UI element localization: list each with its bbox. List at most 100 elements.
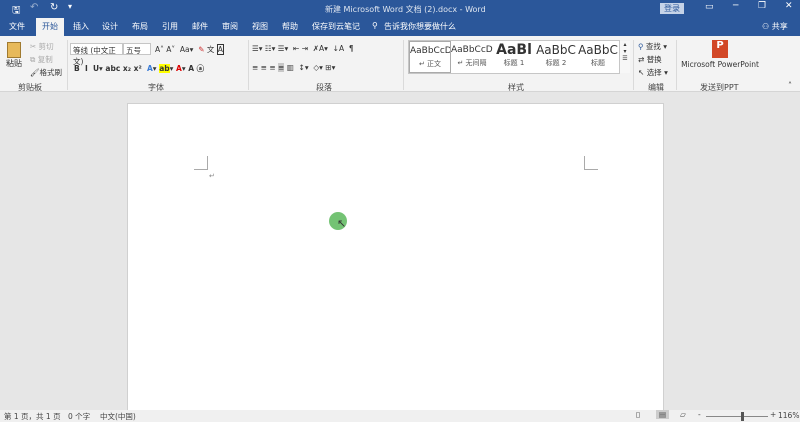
style-title[interactable]: AaBbC 标题	[577, 41, 619, 73]
mouse-cursor-icon: ↖	[337, 217, 347, 230]
tab-help[interactable]: 帮助	[282, 21, 298, 32]
paragraph-mark: ↵	[209, 172, 215, 180]
cursor-icon: ↖	[638, 68, 645, 77]
title-bar: 🖫 ↶ ↻ ▾ 新建 Microsoft Word 文档 (2).docx - …	[0, 0, 800, 18]
grow-shrink-font-icons[interactable]: A˄ A˅ Aa▾ ✎ 文 A	[155, 44, 224, 55]
styles-group-label: 样式	[508, 83, 524, 92]
redo-icon[interactable]: ↻	[50, 2, 58, 13]
divider	[248, 40, 249, 90]
tab-view[interactable]: 视图	[252, 21, 268, 32]
styles-gallery: AaBbCcDc ↵ 正文 AaBbCcDc ↵ 无间隔 AaBl标题 1 AaBb…	[408, 40, 630, 74]
style-name: ↵ 无间隔	[457, 59, 487, 67]
paste-label: 粘贴	[6, 59, 22, 68]
style-name: 标题 2	[545, 59, 567, 67]
word-count[interactable]: 0 个字	[68, 411, 90, 422]
close-icon[interactable]: ✕	[785, 1, 793, 11]
style-name: ↵ 正文	[418, 60, 442, 68]
tab-insert[interactable]: 插入	[73, 21, 89, 32]
undo-icon[interactable]: ↶	[30, 2, 38, 13]
ribbon: 粘贴 ✂ 剪切 ⧉ 复制 🖌格式刷 剪贴板 等线 (中文正文) 五号 A˄ A˅…	[0, 36, 800, 92]
find-label: 查找	[645, 42, 661, 51]
clipboard-icon	[7, 42, 21, 58]
style-preview: AaBl	[496, 42, 532, 58]
divider	[633, 40, 634, 90]
search-icon: ⚲	[638, 42, 644, 51]
replace-label: 替换	[646, 55, 662, 64]
minimize-icon[interactable]: ─	[733, 1, 738, 11]
tab-mailings[interactable]: 邮件	[192, 21, 208, 32]
copy-label: 复制	[37, 55, 53, 64]
login-button[interactable]: 登录	[660, 3, 684, 14]
clipboard-group-label: 剪贴板	[18, 83, 42, 92]
zoom-slider-thumb[interactable]	[740, 412, 744, 421]
zoom-slider[interactable]	[706, 412, 768, 421]
font-group-label: 字体	[148, 83, 164, 92]
tab-file[interactable]: 文件	[9, 21, 25, 32]
cut-button[interactable]: ✂ 剪切	[30, 41, 54, 52]
tab-layout[interactable]: 布局	[132, 21, 148, 32]
tell-me-input[interactable]: 告诉我你想要做什么	[384, 21, 456, 32]
margin-corner	[194, 156, 208, 170]
font-name-select[interactable]: 等线 (中文正文)	[70, 43, 123, 66]
style-heading-1[interactable]: AaBl 标题 1	[493, 41, 535, 73]
cut-label: 剪切	[38, 42, 54, 51]
restore-icon[interactable]: ❐	[758, 1, 766, 11]
style-preview: AaBbC	[536, 43, 576, 57]
alignment-buttons[interactable]: ≡ ≡ ≡ ≡ ▥ ↕▾ ◇▾ ⊞▾	[252, 63, 335, 72]
ribbon-display-icon[interactable]: ▭	[705, 2, 714, 12]
tab-design[interactable]: 设计	[102, 21, 118, 32]
zoom-out-button[interactable]: -	[698, 410, 701, 419]
paragraph-group-label: 段落	[316, 83, 332, 92]
margin-corner	[584, 156, 598, 170]
ppt-label: Microsoft PowerPoint	[681, 60, 759, 69]
tab-references[interactable]: 引用	[162, 21, 178, 32]
page-count[interactable]: 第 1 页，共 1 页	[4, 411, 61, 422]
divider	[676, 40, 677, 90]
document-page[interactable]: ↵ ↖	[127, 103, 664, 413]
ribbon-tabs: 文件 开始 插入 设计 布局 引用 邮件 审阅 视图 帮助 保存到云笔记 ⚲ 告…	[0, 18, 800, 36]
status-bar: 第 1 页，共 1 页 0 个字 中文(中国) ▯ ▤ ▱ - + 116%	[0, 410, 800, 422]
paste-button[interactable]: 粘贴	[6, 42, 22, 69]
style-preview: AaBbC	[578, 43, 618, 57]
customize-qat-icon[interactable]: ▾	[68, 2, 72, 11]
style-normal[interactable]: AaBbCcDc ↵ 正文	[409, 41, 451, 73]
divider	[403, 40, 404, 90]
powerpoint-icon: P	[712, 40, 728, 58]
editing-group-label: 编辑	[648, 83, 664, 92]
read-mode-icon[interactable]: ▯	[636, 410, 640, 419]
send-to-ppt-button[interactable]: P Microsoft PowerPoint	[680, 40, 760, 69]
style-heading-2[interactable]: AaBbC 标题 2	[535, 41, 577, 73]
font-size-select[interactable]: 五号	[123, 43, 151, 55]
share-label: 共享	[771, 22, 788, 31]
person-icon: ⚇	[762, 22, 770, 31]
format-buttons[interactable]: B I U▾ abc x₂ x² A▾ ab▾ A▾ A ⓐ	[74, 63, 204, 74]
tell-me-search-icon: ⚲	[372, 21, 378, 30]
tab-cloud-notes[interactable]: 保存到云笔记	[312, 21, 360, 32]
select-label: 选择	[646, 68, 662, 77]
divider	[67, 40, 68, 90]
style-no-spacing[interactable]: AaBbCcDc ↵ 无间隔	[451, 41, 493, 73]
web-layout-icon[interactable]: ▱	[680, 410, 686, 419]
style-name: 标题 1	[503, 59, 525, 67]
share-button[interactable]: ⚇ 共享	[762, 21, 788, 32]
find-button[interactable]: ⚲ 查找 ▾	[638, 41, 667, 52]
replace-icon: ⇄	[638, 55, 645, 64]
style-name: 标题	[591, 59, 605, 67]
print-layout-icon[interactable]: ▤	[656, 410, 670, 419]
styles-scroll-buttons[interactable]: ▴ ▾ ☰	[620, 41, 630, 73]
collapse-ribbon-icon[interactable]: ˄	[788, 81, 792, 90]
copy-button[interactable]: ⧉ 复制	[30, 54, 53, 65]
list-indent-buttons[interactable]: ☰▾ ☷▾ ☰▾ ⇤ ⇥ ✗A▾ ↓A ¶	[252, 44, 354, 53]
tab-review[interactable]: 审阅	[222, 21, 238, 32]
format-painter-label: 格式刷	[39, 68, 63, 77]
replace-button[interactable]: ⇄ 替换	[638, 54, 662, 65]
language[interactable]: 中文(中国)	[100, 411, 136, 422]
zoom-in-button[interactable]: +	[770, 410, 776, 419]
style-preview: AaBbCcDc	[410, 46, 450, 56]
ppt-group-label: 发送到PPT	[700, 83, 739, 92]
format-painter-button[interactable]: 🖌格式刷	[30, 67, 62, 78]
tab-home[interactable]: 开始	[36, 18, 64, 36]
zoom-level[interactable]: 116%	[778, 411, 799, 420]
select-button[interactable]: ↖ 选择 ▾	[638, 67, 668, 78]
style-preview: AaBbCcDc	[451, 45, 493, 55]
